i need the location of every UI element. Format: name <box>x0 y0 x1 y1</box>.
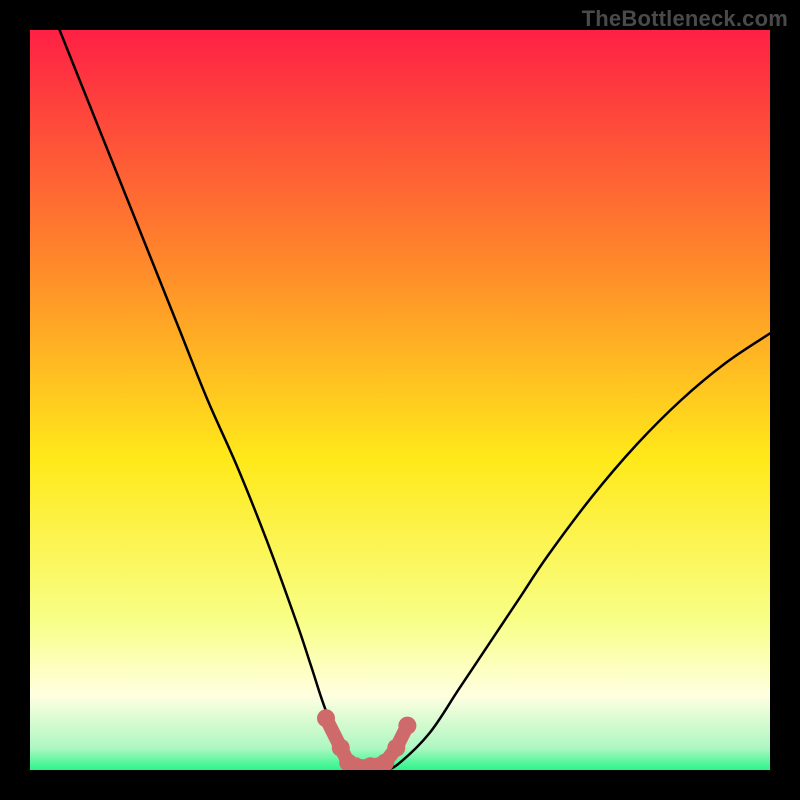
bottleneck-chart <box>0 0 800 800</box>
marker-dot <box>317 709 335 727</box>
watermark-text: TheBottleneck.com <box>582 6 788 32</box>
marker-dot <box>398 717 416 735</box>
chart-stage: TheBottleneck.com <box>0 0 800 800</box>
marker-dot <box>376 754 394 772</box>
plot-area <box>30 30 770 770</box>
marker-dot <box>387 739 405 757</box>
